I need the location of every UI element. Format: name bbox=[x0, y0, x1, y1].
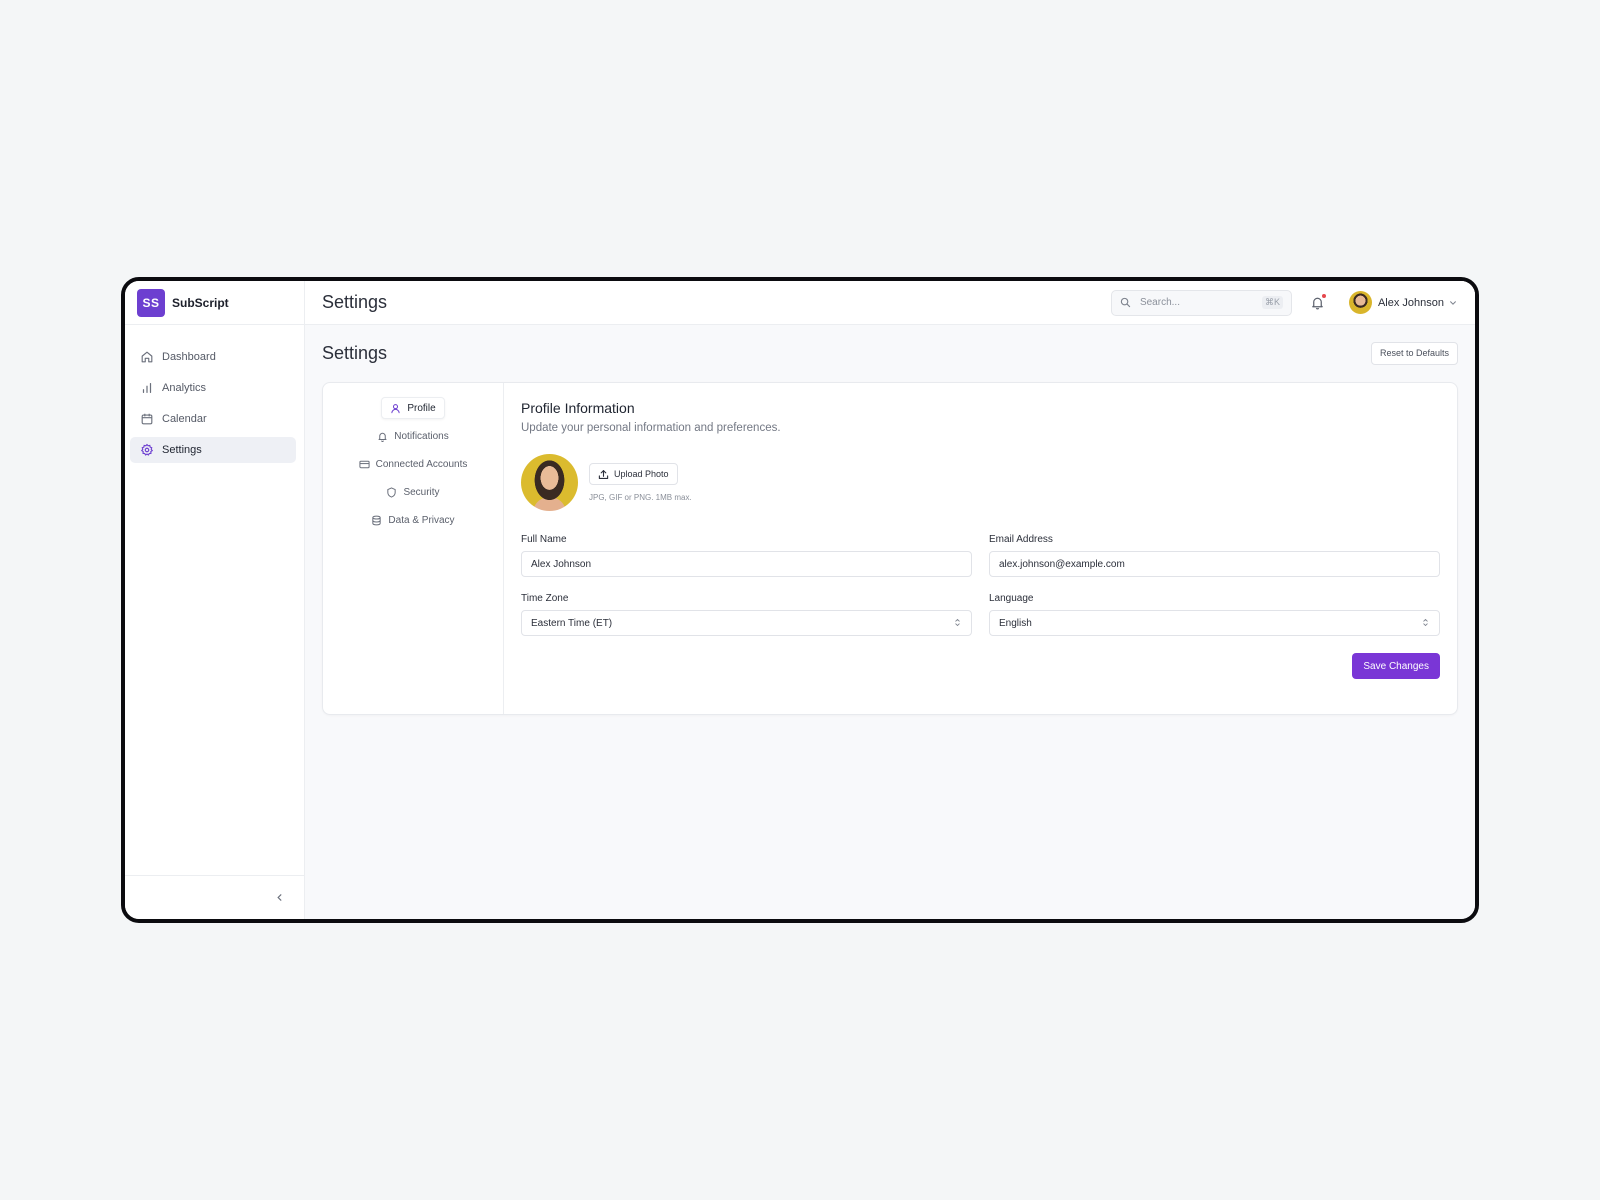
tab-security[interactable]: Security bbox=[378, 481, 447, 503]
panel-title: Profile Information bbox=[521, 400, 635, 416]
topbar: Settings ⌘K Alex Johnson bbox=[305, 281, 1475, 325]
full-name-input[interactable] bbox=[521, 551, 972, 577]
reset-defaults-button[interactable]: Reset to Defaults bbox=[1370, 341, 1458, 365]
upload-icon bbox=[598, 469, 609, 480]
save-changes-button[interactable]: Save Changes bbox=[1352, 653, 1440, 679]
upload-hint: JPG, GIF or PNG. 1MB max. bbox=[589, 493, 692, 502]
sidebar-item-calendar[interactable]: Calendar bbox=[130, 406, 296, 432]
tab-label: Connected Accounts bbox=[375, 458, 468, 470]
bell-icon bbox=[377, 431, 388, 442]
home-icon bbox=[140, 350, 154, 364]
upload-photo-button[interactable]: Upload Photo bbox=[589, 463, 678, 485]
profile-panel: Profile Information Update your personal… bbox=[504, 383, 1457, 714]
sidebar-item-dashboard[interactable]: Dashboard bbox=[130, 344, 296, 370]
database-icon bbox=[371, 515, 382, 526]
notifications-button[interactable] bbox=[1310, 292, 1327, 311]
page-title: Settings bbox=[322, 342, 388, 363]
tab-label: Profile bbox=[407, 402, 436, 414]
sidebar-item-settings[interactable]: Settings bbox=[130, 437, 296, 463]
sidebar-item-label: Settings bbox=[162, 444, 202, 456]
tab-profile[interactable]: Profile bbox=[381, 397, 445, 419]
credit-card-icon bbox=[359, 459, 370, 470]
language-value: English bbox=[999, 617, 1032, 629]
sidebar: SS SubScript Dashboard Analytics Calenda… bbox=[125, 281, 305, 919]
sidebar-footer bbox=[125, 875, 304, 919]
sidebar-nav: Dashboard Analytics Calendar Settings bbox=[125, 325, 304, 875]
chevron-left-icon[interactable] bbox=[272, 891, 286, 905]
time-zone-value: Eastern Time (ET) bbox=[531, 617, 613, 629]
sidebar-item-label: Analytics bbox=[162, 382, 207, 394]
profile-avatar bbox=[521, 454, 578, 511]
language-label: Language bbox=[989, 593, 1034, 604]
bar-chart-icon bbox=[140, 381, 154, 395]
settings-card: Profile Notifications Connected Accounts bbox=[322, 382, 1458, 715]
time-zone-label: Time Zone bbox=[521, 593, 569, 604]
settings-tabs: Profile Notifications Connected Accounts bbox=[323, 383, 504, 714]
email-label: Email Address bbox=[989, 534, 1053, 545]
photo-row: Upload Photo JPG, GIF or PNG. 1MB max. bbox=[521, 454, 1440, 511]
form-actions: Save Changes bbox=[521, 653, 1440, 679]
brand[interactable]: SS SubScript bbox=[125, 281, 304, 325]
sidebar-item-label: Dashboard bbox=[162, 351, 216, 363]
time-zone-select[interactable]: Eastern Time (ET) bbox=[521, 610, 972, 636]
user-menu[interactable]: Alex Johnson bbox=[1348, 291, 1457, 314]
app-window: SS SubScript Dashboard Analytics Calenda… bbox=[121, 277, 1479, 923]
content: Settings Reset to Defaults Profile Notif… bbox=[305, 325, 1475, 919]
sidebar-item-label: Calendar bbox=[162, 413, 207, 425]
topbar-title: Settings bbox=[322, 292, 388, 312]
search-shortcut: ⌘K bbox=[1261, 296, 1283, 309]
brand-name: SubScript bbox=[172, 295, 229, 310]
email-field: Email Address bbox=[989, 534, 1440, 577]
gear-icon bbox=[140, 443, 154, 457]
tab-label: Notifications bbox=[394, 430, 449, 442]
notification-dot bbox=[1320, 292, 1327, 299]
user-name: Alex Johnson bbox=[1377, 296, 1444, 309]
upload-photo-label: Upload Photo bbox=[614, 469, 669, 479]
full-name-label: Full Name bbox=[521, 534, 567, 545]
select-arrows-icon bbox=[954, 618, 962, 628]
sidebar-item-analytics[interactable]: Analytics bbox=[130, 375, 296, 401]
panel-subtitle: Update your personal information and pre… bbox=[521, 422, 781, 434]
tab-label: Data & Privacy bbox=[388, 514, 455, 526]
time-zone-field: Time Zone Eastern Time (ET) bbox=[521, 593, 972, 636]
user-icon bbox=[390, 403, 401, 414]
chevron-down-icon bbox=[1449, 299, 1457, 307]
shield-icon bbox=[386, 486, 397, 498]
brand-logo: SS bbox=[137, 288, 165, 317]
email-input[interactable] bbox=[989, 551, 1440, 577]
content-header: Settings Reset to Defaults bbox=[322, 341, 1458, 365]
tab-label: Security bbox=[403, 486, 440, 498]
language-select[interactable]: English bbox=[989, 610, 1440, 636]
tab-data-privacy[interactable]: Data & Privacy bbox=[363, 509, 462, 531]
calendar-icon bbox=[140, 412, 154, 426]
language-field: Language English bbox=[989, 593, 1440, 636]
search-box[interactable]: ⌘K bbox=[1110, 289, 1292, 316]
main-area: Settings ⌘K Alex Johnson bbox=[305, 281, 1475, 919]
search-icon bbox=[1120, 297, 1132, 309]
photo-actions: Upload Photo JPG, GIF or PNG. 1MB max. bbox=[589, 463, 692, 502]
full-name-field: Full Name bbox=[521, 534, 972, 577]
profile-form: Full Name Email Address Time Zone Easter… bbox=[521, 534, 1440, 636]
select-arrows-icon bbox=[1422, 618, 1430, 628]
avatar bbox=[1348, 291, 1372, 314]
tab-connected-accounts[interactable]: Connected Accounts bbox=[351, 453, 476, 475]
search-input[interactable] bbox=[1139, 297, 1262, 308]
tab-notifications[interactable]: Notifications bbox=[369, 425, 456, 447]
